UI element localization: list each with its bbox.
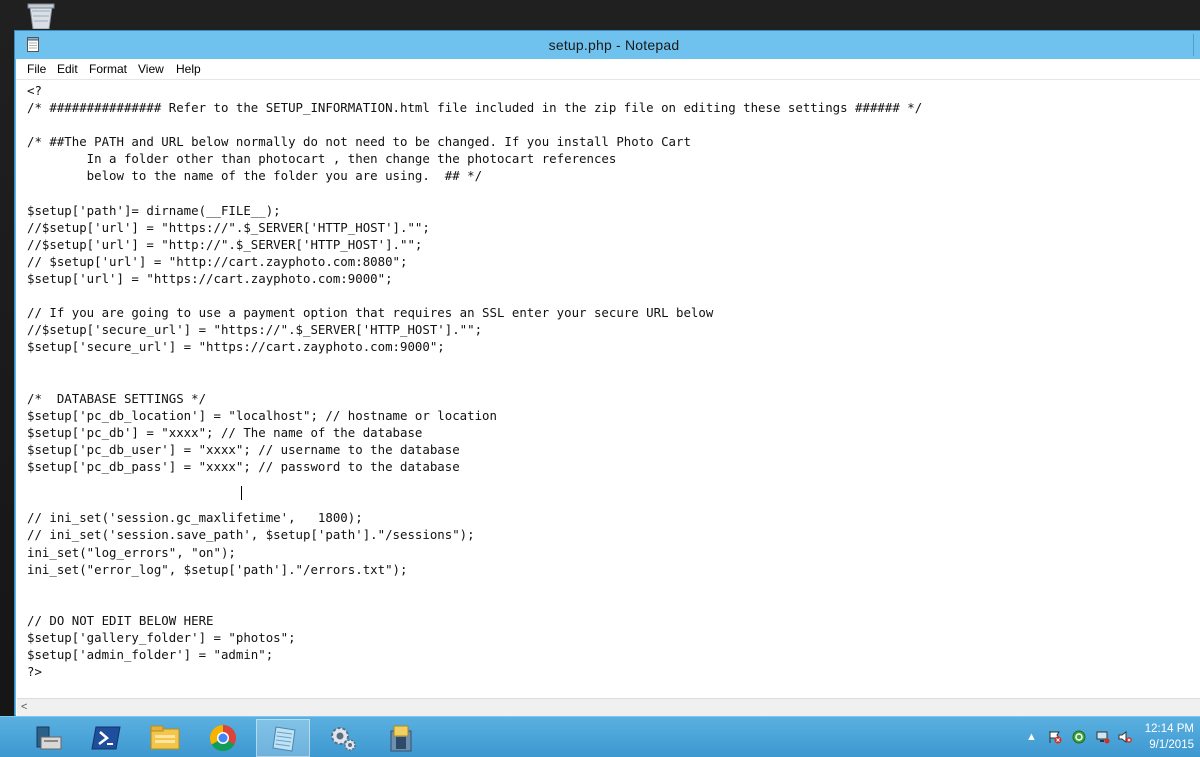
code-line[interactable]: In a folder other than photocart , then … — [27, 150, 922, 167]
code-line[interactable]: // ini_set('session.gc_maxlifetime', 180… — [27, 509, 922, 526]
settings-gear-icon — [331, 727, 356, 751]
taskbar-notepad[interactable] — [256, 719, 310, 757]
volume-muted-icon[interactable] — [1118, 730, 1132, 744]
taskbar-chrome[interactable] — [196, 719, 250, 757]
notepad-window: setup.php - Notepad File Edit Format Vie… — [14, 30, 1200, 717]
code-line[interactable]: /* DATABASE SETTINGS */ — [27, 390, 922, 407]
code-line[interactable]: $setup['secure_url'] = "https://cart.zay… — [27, 338, 922, 355]
code-line[interactable]: <? — [27, 82, 922, 99]
code-line[interactable]: ini_set("error_log", $setup['path']."/er… — [27, 561, 922, 578]
menu-bar: File Edit Format View Help — [16, 59, 1200, 80]
taskbar-file-explorer[interactable] — [138, 719, 192, 757]
recycle-bin-icon[interactable] — [22, 3, 60, 29]
sync-icon[interactable] — [1072, 730, 1086, 744]
code-line[interactable]: /* ##The PATH and URL below normally do … — [27, 133, 922, 150]
powershell-icon — [91, 726, 121, 750]
code-line[interactable]: // ini_set('session.save_path', $setup['… — [27, 526, 922, 543]
file-explorer-icon — [150, 725, 180, 750]
menu-edit[interactable]: Edit — [57, 62, 78, 76]
code-line[interactable]: ini_set("log_errors", "on"); — [27, 544, 922, 561]
taskbar: ▲ 12:14 PM 9/1/2015 — [0, 716, 1200, 757]
code-line[interactable]: ​ — [27, 356, 922, 373]
code-line[interactable]: $setup['gallery_folder'] = "photos"; — [27, 629, 922, 646]
scroll-left-arrow[interactable]: < — [21, 701, 27, 713]
code-line[interactable]: // DO NOT EDIT BELOW HERE — [27, 612, 922, 629]
window-title: setup.php - Notepad — [548, 37, 680, 53]
title-bar[interactable]: setup.php - Notepad — [15, 31, 1200, 59]
menu-view[interactable]: View — [138, 62, 164, 76]
code-line[interactable]: $setup['pc_db_pass'] = "xxxx"; // passwo… — [27, 458, 922, 475]
code-line[interactable]: $setup['pc_db_location'] = "localhost"; … — [27, 407, 922, 424]
notepad-icon — [272, 726, 296, 752]
taskbar-settings[interactable] — [316, 719, 370, 757]
text-caret — [241, 486, 242, 500]
chrome-icon — [209, 724, 236, 752]
taskbar-server-manager[interactable] — [22, 719, 76, 757]
code-line[interactable]: // $setup['url'] = "http://cart.zayphoto… — [27, 253, 922, 270]
server-manager-icon — [36, 726, 62, 750]
horizontal-scrollbar[interactable]: < — [17, 698, 1200, 717]
menu-file[interactable]: File — [27, 62, 46, 76]
code-line[interactable]: ​ — [27, 578, 922, 595]
menu-format[interactable]: Format — [89, 62, 127, 76]
code-line[interactable]: $setup['url'] = "https://cart.zayphoto.c… — [27, 270, 922, 287]
code-line[interactable]: ?> — [27, 663, 922, 680]
code-line[interactable]: ​ — [27, 492, 922, 509]
code-line[interactable]: $setup['admin_folder'] = "admin"; — [27, 646, 922, 663]
code-line[interactable]: /* ############### Refer to the SETUP_IN… — [27, 99, 922, 116]
taskbar-installer[interactable] — [374, 719, 428, 757]
code-line[interactable]: //$setup['url'] = "http://".$_SERVER['HT… — [27, 236, 922, 253]
code-line[interactable]: $setup['path']= dirname(__FILE__); — [27, 202, 922, 219]
code-line[interactable]: ​ — [27, 373, 922, 390]
code-line[interactable]: // If you are going to use a payment opt… — [27, 304, 922, 321]
code-line[interactable]: ​ — [27, 287, 922, 304]
installer-icon — [390, 725, 412, 752]
code-line[interactable]: below to the name of the folder you are … — [27, 167, 922, 184]
code-line[interactable]: ​ — [27, 185, 922, 202]
code-line[interactable]: //$setup['secure_url'] = "https://".$_SE… — [27, 321, 922, 338]
code-line[interactable]: ​ — [27, 116, 922, 133]
code-line[interactable]: ​ — [27, 595, 922, 612]
show-hidden-icons-arrow[interactable]: ▲ — [1026, 731, 1037, 743]
action-center-flag-icon[interactable] — [1048, 730, 1062, 744]
code-line[interactable]: $setup['pc_db_user'] = "xxxx"; // userna… — [27, 441, 922, 458]
code-line[interactable]: //$setup['url'] = "https://".$_SERVER['H… — [27, 219, 922, 236]
menu-help[interactable]: Help — [176, 62, 201, 76]
text-editor[interactable]: <?/* ############### Refer to the SETUP_… — [16, 80, 1200, 717]
code-line[interactable]: $setup['pc_db'] = "xxxx"; // The name of… — [27, 424, 922, 441]
window-control-button[interactable] — [1193, 34, 1200, 56]
editor-content[interactable]: <?/* ############### Refer to the SETUP_… — [27, 82, 922, 680]
system-tray: ▲ 12:14 PM 9/1/2015 — [1000, 717, 1200, 757]
clock-date: 9/1/2015 — [1149, 739, 1194, 751]
taskbar-powershell[interactable] — [80, 719, 134, 757]
code-line[interactable]: ​ — [27, 475, 922, 492]
clock-time: 12:14 PM — [1144, 723, 1194, 735]
network-icon[interactable] — [1096, 730, 1110, 744]
system-clock[interactable]: 12:14 PM 9/1/2015 — [1145, 721, 1194, 753]
